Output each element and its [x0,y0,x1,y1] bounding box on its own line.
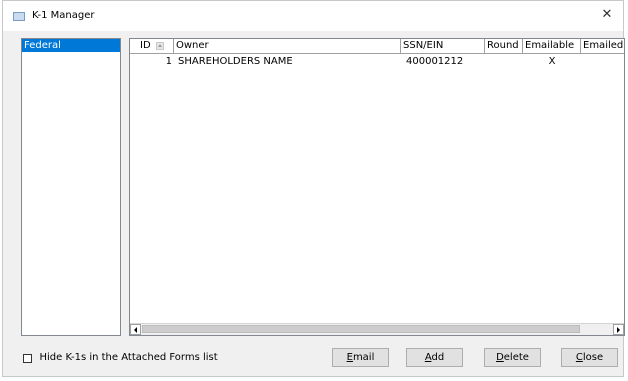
horizontal-scrollbar[interactable] [130,323,624,335]
close-button[interactable]: Close [561,348,618,367]
delete-button-accel: D [496,352,504,363]
window-title: K-1 Manager [32,10,95,21]
close-window-icon[interactable]: ✕ [599,6,615,24]
jurisdiction-item-federal[interactable]: Federal [22,39,120,52]
column-header-id-label: ID [140,40,151,51]
cell-ssn-ein: 400001212 [406,56,464,67]
hide-k1s-option[interactable]: Hide K-1s in the Attached Forms list [23,351,218,365]
table-row[interactable]: 1 SHAREHOLDERS NAME 400001212 X [130,55,624,69]
hide-k1s-label: Hide K-1s in the Attached Forms list [39,352,218,363]
email-button[interactable]: Email [332,348,389,367]
column-header-emailed[interactable]: Emailed [581,39,624,53]
column-header-round[interactable]: Round [485,39,523,53]
delete-button-label: elete [503,352,529,363]
title-bar[interactable]: K-1 Manager ✕ [3,1,623,31]
email-button-label: mail [352,352,375,363]
column-header-emailable[interactable]: Emailable [523,39,581,53]
k1-grid[interactable]: ID Owner SSN/EIN Round Emailable Emailed… [129,38,625,336]
add-button[interactable]: Add [406,348,463,367]
column-header-id[interactable]: ID [130,39,174,53]
app-icon [13,12,25,21]
close-button-label: lose [582,352,604,363]
column-header-owner[interactable]: Owner [174,39,401,53]
column-header-ssn-ein[interactable]: SSN/EIN [401,39,485,53]
cell-emailed [581,55,624,69]
add-button-label: dd [431,352,445,363]
scrollbar-thumb[interactable] [142,325,580,333]
k1-manager-window: K-1 Manager ✕ Federal ID Owner SSN/EIN R… [2,0,625,377]
jurisdiction-list[interactable]: Federal [21,38,121,336]
scroll-left-icon[interactable] [130,324,141,335]
close-button-accel: C [575,352,583,363]
cell-owner: SHAREHOLDERS NAME [178,56,293,67]
delete-button[interactable]: Delete [484,348,541,367]
scroll-right-icon[interactable] [613,324,624,335]
hide-k1s-checkbox[interactable] [23,353,32,363]
grid-header: ID Owner SSN/EIN Round Emailable Emailed [130,39,624,54]
cell-round [485,55,523,69]
cell-id: 1 [165,56,172,67]
sort-ascending-icon [156,42,164,50]
cell-emailable: X [548,56,556,67]
